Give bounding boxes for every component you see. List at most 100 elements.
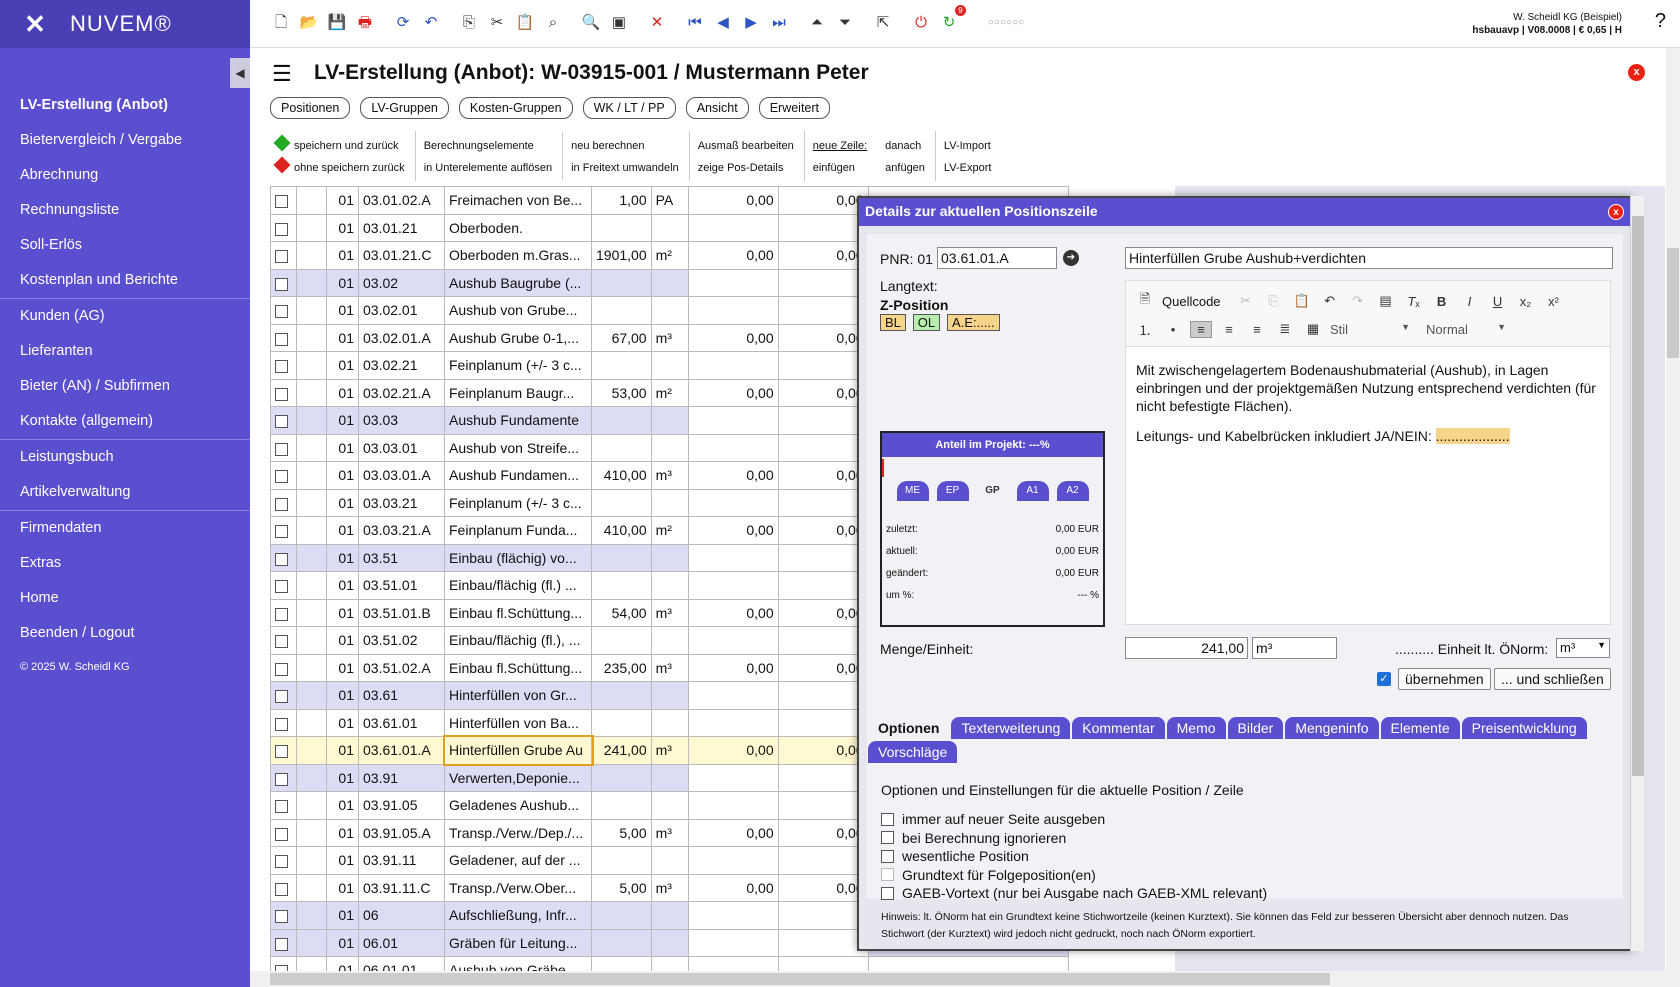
refresh-icon[interactable]: ⟳ bbox=[392, 12, 414, 34]
cell-qty[interactable] bbox=[591, 543, 652, 572]
tab-3[interactable]: WK / LT / PP bbox=[582, 97, 676, 119]
dialog-close-icon[interactable]: x bbox=[1608, 204, 1624, 220]
cell-unit[interactable]: m³ bbox=[650, 873, 689, 902]
option-checkbox[interactable] bbox=[881, 831, 894, 845]
row-checkbox[interactable] bbox=[275, 882, 288, 896]
cell-gp[interactable] bbox=[777, 928, 869, 957]
subscript-icon[interactable]: x₂ bbox=[1515, 294, 1537, 309]
table-icon[interactable]: ▦ bbox=[1302, 321, 1324, 337]
cell[interactable] bbox=[270, 653, 297, 682]
search-icon[interactable]: 🔍 bbox=[580, 12, 602, 34]
cell-pnr[interactable]: 03.51.02.A bbox=[358, 653, 445, 682]
cell-ep[interactable]: 0,00 bbox=[687, 873, 779, 902]
cell[interactable] bbox=[296, 296, 327, 325]
cell-gp[interactable] bbox=[777, 626, 869, 655]
cell-text[interactable]: Gräben für Leitung... bbox=[444, 928, 592, 957]
cell[interactable] bbox=[270, 763, 297, 792]
sidebar-item[interactable]: Artikelverwaltung bbox=[0, 475, 250, 510]
recalculate-button[interactable]: neu berechnen bbox=[571, 135, 679, 157]
cell-pnr[interactable]: 03.02.01.A bbox=[358, 323, 445, 352]
nosave-and-back-button[interactable]: ohne speichern zurück bbox=[273, 156, 405, 179]
cell-unit[interactable] bbox=[650, 351, 689, 380]
cell-text[interactable]: Einbau fl.Schüttung... bbox=[444, 653, 592, 682]
cell-lv[interactable]: 01 bbox=[326, 818, 359, 847]
share-pill-1[interactable]: EP bbox=[936, 481, 969, 501]
cell-unit[interactable] bbox=[650, 901, 689, 930]
cell-pnr[interactable]: 03.03 bbox=[358, 406, 445, 435]
cell-qty[interactable] bbox=[591, 901, 652, 930]
cell-pnr[interactable]: 03.91.05 bbox=[358, 791, 445, 820]
cell-pnr[interactable]: 03.02.21 bbox=[358, 351, 445, 380]
next-record-icon[interactable]: ▶ bbox=[740, 12, 762, 34]
sidebar-item[interactable]: Lieferanten bbox=[0, 334, 250, 369]
source-icon[interactable]: 🗎 bbox=[1134, 290, 1156, 312]
row-checkbox[interactable] bbox=[275, 717, 288, 731]
cell[interactable] bbox=[296, 846, 327, 875]
cell-unit[interactable]: m³ bbox=[650, 461, 689, 490]
cell-text[interactable]: Aushub von Grube... bbox=[444, 296, 592, 325]
cell-unit[interactable] bbox=[650, 571, 689, 600]
row-checkbox[interactable] bbox=[275, 277, 288, 291]
cell-qty[interactable] bbox=[591, 626, 652, 655]
calc-elements-button[interactable]: Berechnungselemente bbox=[424, 135, 552, 157]
cell-qty[interactable] bbox=[591, 791, 652, 820]
row-checkbox[interactable] bbox=[275, 305, 288, 319]
cell[interactable] bbox=[270, 488, 297, 517]
cell-lv[interactable]: 01 bbox=[326, 626, 359, 655]
cell-qty[interactable] bbox=[591, 681, 652, 710]
cell-gp[interactable]: 0,00 bbox=[777, 653, 869, 682]
lv-export-button[interactable]: LV-Export bbox=[944, 157, 992, 179]
cut-icon[interactable]: ✂ bbox=[1235, 293, 1257, 309]
align-left-icon[interactable]: ≡ bbox=[1190, 320, 1212, 338]
cell[interactable] bbox=[296, 433, 327, 462]
cell-pnr[interactable]: 03.91 bbox=[358, 763, 445, 792]
cell-pnr[interactable]: 06.01.01 bbox=[358, 956, 445, 971]
delete-icon[interactable]: ✕ bbox=[646, 12, 668, 34]
cell[interactable] bbox=[270, 901, 297, 930]
cell-qty[interactable]: 67,00 bbox=[591, 323, 652, 352]
uebernehmen-checkbox[interactable]: ✓ bbox=[1377, 672, 1391, 686]
share-pill-3[interactable]: A1 bbox=[1016, 481, 1049, 501]
cell-pnr[interactable]: 03.61.01.A bbox=[358, 736, 445, 765]
option-tab-1[interactable]: Texterweiterung bbox=[951, 717, 1071, 739]
cell-pnr[interactable]: 03.02.21.A bbox=[358, 378, 445, 407]
align-right-icon[interactable]: ≡ bbox=[1246, 322, 1268, 337]
cell[interactable] bbox=[296, 901, 327, 930]
cell-ep[interactable]: 0,00 bbox=[687, 241, 779, 270]
cell-ep[interactable]: 0,00 bbox=[687, 461, 779, 490]
cell-lv[interactable]: 01 bbox=[326, 708, 359, 737]
horizontal-scroll-thumb[interactable] bbox=[270, 973, 1330, 985]
cell-ep[interactable] bbox=[687, 846, 779, 875]
first-record-icon[interactable]: ⏮ bbox=[684, 12, 706, 34]
copy-icon[interactable]: ⎘ bbox=[458, 12, 480, 34]
option-row[interactable]: immer auf neuer Seite ausgeben bbox=[881, 810, 1611, 829]
cell-unit[interactable] bbox=[650, 791, 689, 820]
source-button[interactable]: Quellcode bbox=[1162, 294, 1221, 309]
save-and-back-button[interactable]: speichern und zurück bbox=[273, 134, 405, 157]
cell-gp[interactable]: 0,00 bbox=[777, 598, 869, 627]
nuvem-logo-icon[interactable]: ✕ bbox=[0, 9, 70, 40]
paste-icon[interactable]: 📋 bbox=[514, 12, 536, 34]
cell-ep[interactable] bbox=[687, 626, 779, 655]
cell-text[interactable]: Freimachen von Be... bbox=[444, 186, 592, 215]
select-all-icon[interactable]: ▤ bbox=[1375, 293, 1397, 309]
vertical-scrollbar[interactable] bbox=[1666, 48, 1680, 971]
go-arrow-icon[interactable]: ➔ bbox=[1063, 250, 1079, 266]
cell-unit[interactable] bbox=[650, 296, 689, 325]
cell[interactable] bbox=[296, 241, 327, 270]
cell-qty[interactable] bbox=[591, 571, 652, 600]
cell-text[interactable]: Einbau/flächig (fl.), ... bbox=[444, 626, 592, 655]
cell-unit[interactable] bbox=[650, 626, 689, 655]
cell[interactable] bbox=[296, 186, 327, 215]
dialog-scroll-thumb[interactable] bbox=[1632, 216, 1644, 776]
cell-qty[interactable]: 54,00 bbox=[591, 598, 652, 627]
cell-pnr[interactable]: 03.91.11 bbox=[358, 846, 445, 875]
cell-text[interactable]: Feinplanum Funda... bbox=[444, 516, 592, 545]
option-tab-0[interactable]: Optionen bbox=[868, 717, 950, 739]
cell-gp[interactable] bbox=[777, 488, 869, 517]
cell[interactable] bbox=[296, 626, 327, 655]
insert-line-button[interactable]: einfügen bbox=[813, 157, 867, 179]
cell[interactable] bbox=[270, 268, 297, 297]
cell-qty[interactable]: 235,00 bbox=[591, 653, 652, 682]
tab-2[interactable]: Kosten-Gruppen bbox=[458, 97, 573, 119]
